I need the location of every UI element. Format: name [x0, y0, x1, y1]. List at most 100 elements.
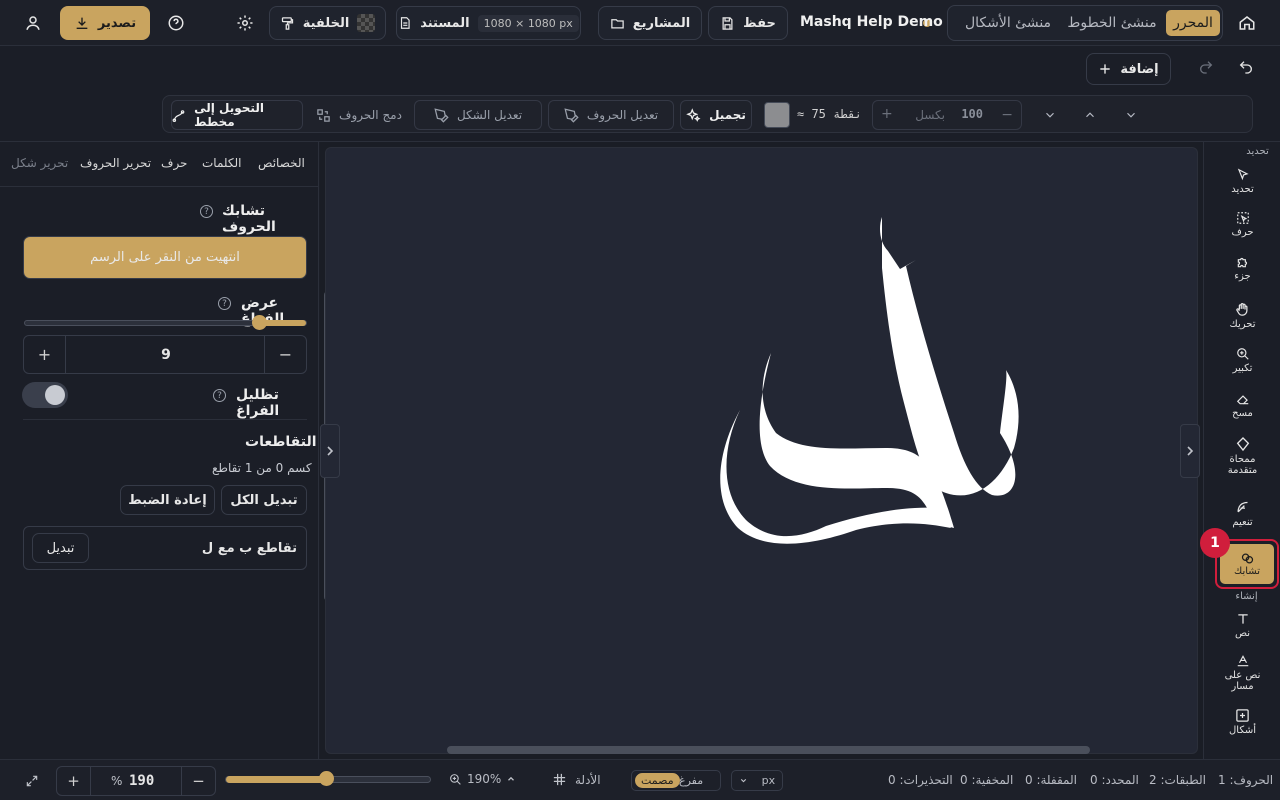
canvas[interactable] [325, 147, 1198, 754]
convert-outline-button[interactable]: التحويل إلى مخطط [171, 100, 303, 130]
tool-text[interactable]: نص [1204, 612, 1280, 639]
collapse-right-rail-button[interactable] [1180, 424, 1200, 478]
tool-pan[interactable]: تحريك [1204, 302, 1280, 330]
home-icon[interactable] [1234, 10, 1260, 36]
merge-letters-button[interactable]: دمج الحروف [309, 100, 409, 130]
edit-letters-label: تعديل الحروف [586, 108, 659, 122]
tool-advanced-eraser[interactable]: ممحاة متقدمة [1204, 436, 1280, 476]
text-icon [1237, 614, 1248, 624]
fill-mode-toggle[interactable]: مفرغ مصمت [631, 770, 721, 791]
save-button[interactable]: حفظ [708, 6, 788, 40]
tool-label: ممحاة متقدمة [1227, 454, 1258, 476]
help-icon[interactable]: ? [200, 205, 213, 218]
color-swatch[interactable] [764, 102, 790, 128]
tool-shapes[interactable]: أشكال [1204, 708, 1280, 736]
size-decrement[interactable]: − [1001, 107, 1013, 123]
document-icon [401, 17, 410, 29]
projects-button[interactable]: المشاريع [598, 6, 702, 40]
zoom-in-button[interactable]: + [57, 767, 91, 795]
tab-editor[interactable]: المحرر [1166, 10, 1220, 36]
calligraphy-artwork[interactable] [326, 148, 1199, 755]
zoom-value[interactable]: 190 [129, 773, 154, 789]
paint-roller-icon [281, 16, 293, 30]
increment-button[interactable]: + [24, 336, 66, 373]
gap-width-slider[interactable] [24, 315, 307, 330]
decrement-button[interactable]: − [264, 336, 306, 373]
help-icon[interactable]: ? [213, 389, 226, 402]
swap-all-button[interactable]: تبديل الكل [221, 485, 307, 515]
size-value[interactable]: 100 [961, 107, 983, 121]
zoom-readout[interactable]: 190% [449, 772, 516, 786]
advanced-eraser-icon [1236, 437, 1249, 452]
size-stepper[interactable]: − 100 بكسل + [872, 100, 1022, 130]
zoom-out-button[interactable]: − [181, 767, 215, 795]
tab-edit-letters[interactable]: تحرير الحروف [80, 156, 151, 170]
feather-icon [1237, 501, 1248, 513]
cursor-icon [1237, 168, 1249, 181]
tool-zoom[interactable]: تكبير [1204, 347, 1280, 374]
reset-button[interactable]: إعادة الضبط [120, 485, 215, 515]
hollow-option[interactable]: مفرغ [679, 774, 703, 787]
add-label: إضافة [1120, 61, 1159, 77]
tool-smooth[interactable]: تنعيم [1204, 500, 1280, 528]
merge-icon [317, 108, 330, 122]
tab-words[interactable]: الكلمات [202, 156, 241, 170]
size-increment[interactable]: + [881, 106, 893, 122]
top-bar: المحرر منشئ الخطوط منشئ الأشكال Mashq He… [0, 0, 1280, 46]
undo-icon[interactable] [1233, 54, 1259, 80]
finish-clicking-button[interactable]: انتهيت من النقر على الرسم [23, 236, 307, 279]
guides-toggle[interactable]: الأدلة [552, 772, 601, 787]
tab-letter[interactable]: حرف [161, 156, 187, 170]
gap-width-handle[interactable] [251, 315, 267, 330]
chevron-down-icon[interactable] [1118, 102, 1144, 128]
text-on-path-icon [1237, 655, 1248, 667]
tool-erase[interactable]: مسح [1204, 392, 1280, 419]
folder-icon [611, 18, 624, 28]
tab-font-builder[interactable]: منشئ الخطوط [1064, 10, 1160, 36]
tool-label: مسح [1232, 408, 1253, 419]
fullscreen-icon[interactable] [19, 768, 45, 794]
tab-edit-shape[interactable]: تحرير شكل [11, 156, 68, 170]
beautify-button[interactable]: تجميل [680, 100, 752, 130]
zoom-slider[interactable] [225, 771, 431, 786]
collapse-left-panel-button[interactable] [320, 424, 340, 478]
edit-letters-button[interactable]: تعديل الحروف [548, 100, 674, 130]
horizontal-scrollbar[interactable] [447, 746, 1090, 754]
locked-count: المقفلة: 0 [1025, 773, 1077, 787]
hand-icon [1236, 302, 1248, 316]
add-button[interactable]: إضافة [1086, 53, 1171, 85]
gap-width-value[interactable]: 9 [66, 336, 266, 373]
divider [0, 186, 319, 187]
tab-properties[interactable]: الخصائص [258, 156, 305, 170]
zoom-stepper[interactable]: − 190 % + [56, 766, 216, 796]
tool-part[interactable]: جزء [1204, 255, 1280, 282]
transparency-swatch [357, 14, 376, 32]
zoom-slider-handle[interactable] [318, 771, 334, 786]
tool-label: نص على مسار [1224, 670, 1261, 692]
user-icon[interactable] [20, 10, 46, 36]
unit-select[interactable]: px [731, 770, 783, 791]
chevron-down-icon[interactable] [1037, 102, 1063, 128]
download-icon [76, 17, 88, 29]
tab-shape-builder[interactable]: منشئ الأشكال [956, 10, 1060, 36]
unit-value: px [761, 774, 776, 787]
gap-width-stepper[interactable]: + 9 − [23, 335, 307, 374]
intersections-title: التقاطعات [245, 434, 317, 450]
tool-letter[interactable]: حرف [1204, 211, 1280, 238]
background-button[interactable]: الخلفية [269, 6, 386, 40]
edit-shape-button[interactable]: تعديل الشكل [414, 100, 542, 130]
tool-text-on-path[interactable]: نص على مسار [1204, 654, 1280, 692]
help-icon[interactable]: ? [218, 297, 231, 310]
export-button[interactable]: تصدير [60, 6, 150, 40]
document-button[interactable]: المستند 1080 × 1080 px [396, 6, 581, 40]
settings-icon[interactable] [232, 10, 258, 36]
redo-icon[interactable] [1193, 54, 1219, 80]
chevron-up-icon[interactable] [1077, 102, 1103, 128]
tool-select[interactable]: تحديد [1204, 168, 1280, 195]
swap-button[interactable]: تبديل [32, 533, 89, 563]
shade-gap-toggle[interactable] [22, 382, 68, 408]
hidden-count: المخفية: 0 [960, 773, 1014, 787]
chevron-right-icon [327, 446, 334, 456]
solid-option[interactable]: مصمت [635, 773, 680, 788]
help-icon[interactable] [163, 10, 189, 36]
